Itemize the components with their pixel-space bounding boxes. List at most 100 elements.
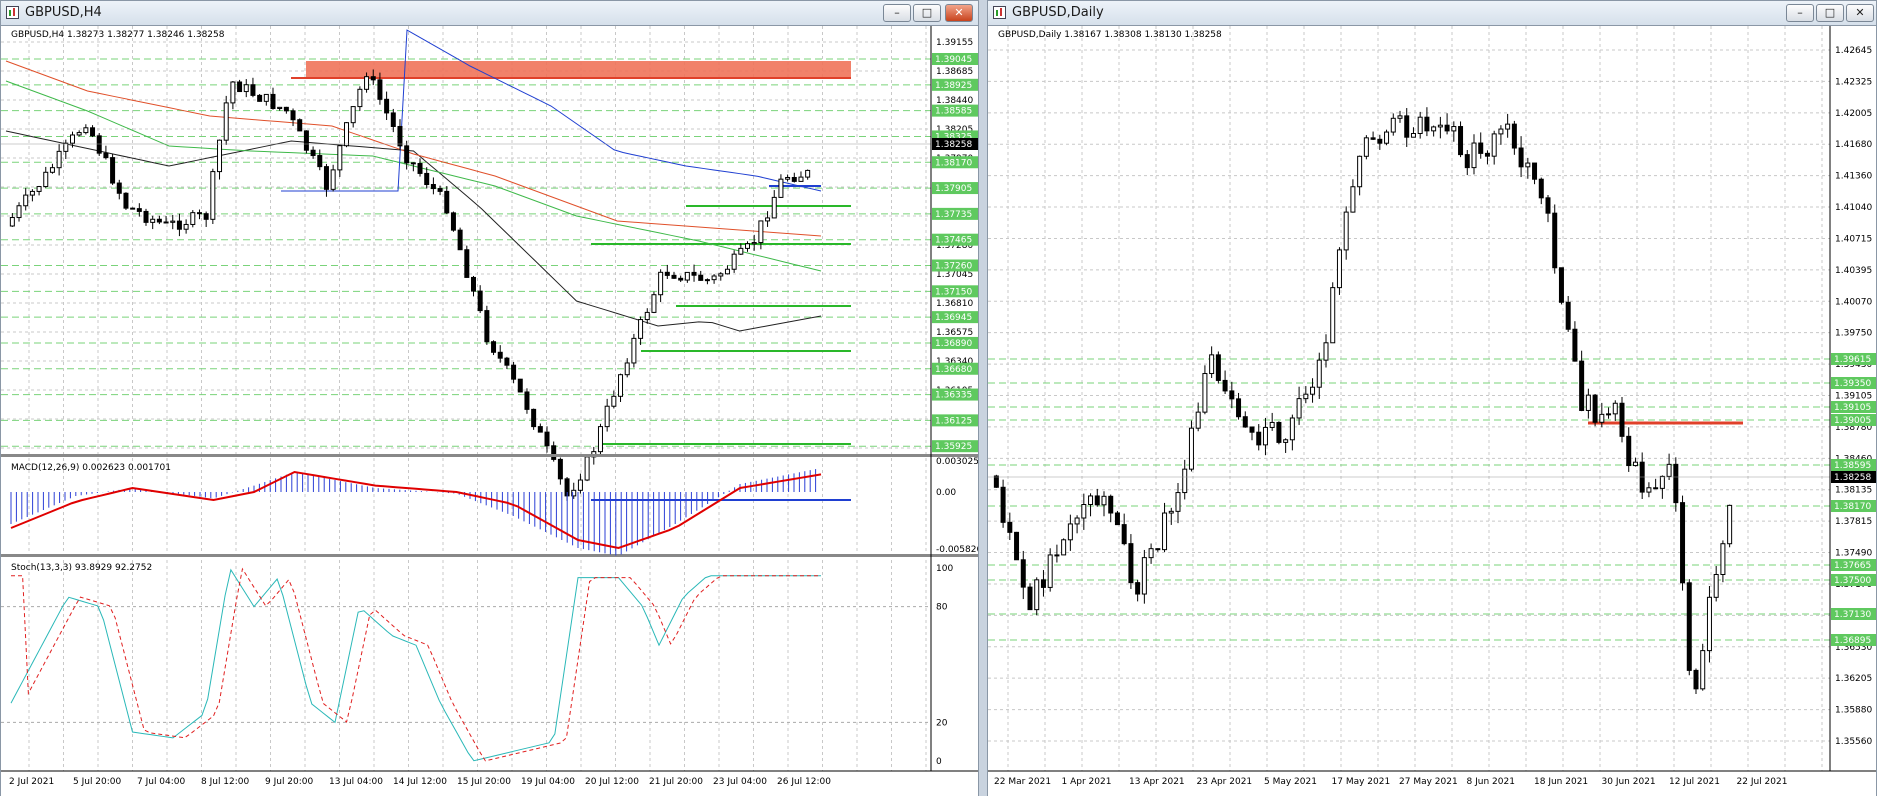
h4-chart-window[interactable]: GBPUSD,H4 – □ ✕ 1.39155 1.38685 1.38440 1.3… [0,0,979,796]
chart-info-text: GBPUSD,H4 1.38273 1.38277 1.38246 1.3825… [11,30,225,40]
time-axis-label: 2 Jul 2021 [9,777,54,787]
h4-window-titlebar[interactable]: GBPUSD,H4 – □ ✕ [1,1,978,26]
h4-chart-canvas[interactable]: 1.391551.386851.384401.382051.379701.377… [1,26,978,796]
level-price-label: 1.36890 [935,339,972,349]
level-price-label: 1.37905 [935,184,972,194]
maximize-button[interactable]: □ [913,4,941,22]
candle-body [357,88,363,108]
candle-body [1296,398,1302,419]
candle-body [1222,379,1228,392]
candle-body [758,220,764,244]
time-axis-label: 26 Jul 12:00 [777,777,831,787]
level-price-label: 1.39045 [935,55,972,65]
macd-axis-label: -0.005826 [936,545,978,555]
candle-body [370,76,376,81]
daily-window-titlebar[interactable]: GBPUSD,Daily – □ ✕ [988,1,1876,26]
current-price-label: 1.38258 [935,140,972,150]
candle-body [136,208,142,212]
candle-body [1363,137,1369,157]
candle-body [1532,162,1538,180]
daily-chart-window[interactable]: GBPUSD,Daily – □ ✕ 1.42645 1.42325 1.42005… [987,0,1877,796]
window-title: GBPUSD,Daily [1012,5,1104,20]
candle-body [1155,548,1161,551]
macd-axis-label: 0.003025 [936,457,978,467]
level-price-label: 1.38170 [935,158,972,168]
maximize-button[interactable]: □ [1816,4,1844,22]
candle-body [344,122,350,147]
level-price-label: 1.37500 [1834,576,1871,586]
candle-body [123,192,129,209]
price-axis-label: 1.42645 [1835,46,1872,56]
candle-body [1262,426,1268,446]
candle-body [110,157,116,184]
candle-body [1114,512,1120,526]
candle-body [1074,517,1080,525]
candle-body [671,274,677,279]
candle-body [1417,116,1423,134]
candle-body [337,145,343,171]
candle-body [698,274,704,281]
candle-body [724,268,730,275]
candle-body [283,106,289,112]
level-price-label: 1.37665 [1834,561,1871,571]
price-axis-label: 1.41360 [1835,172,1872,182]
minimize-button[interactable]: – [1786,4,1814,22]
time-axis-label: 18 Jun 2021 [1534,777,1588,787]
candle-body [1484,152,1490,157]
candle-body [1283,439,1289,443]
candle-body [1310,386,1316,395]
candle-body [410,162,416,165]
time-axis-label: 12 Jul 2021 [1669,777,1720,787]
time-axis-label: 21 Jul 20:00 [649,777,703,787]
candle-body [1599,413,1605,423]
stochastic-axis-label: 20 [936,718,948,728]
candle-body [1168,510,1174,514]
level-price-label: 1.37735 [935,210,972,220]
candle-body [1673,463,1679,504]
candle-body [377,79,383,100]
candle-body [1336,249,1342,289]
minimize-button[interactable]: – [883,4,911,22]
price-axis-label: 1.37490 [1835,549,1872,559]
candle-body [176,220,182,230]
level-price-label: 1.36895 [1834,636,1871,646]
candle-body [103,152,109,159]
time-axis-label: 23 Apr 2021 [1197,777,1253,787]
time-axis-label: 5 May 2021 [1264,777,1317,787]
candle-body [1269,421,1275,428]
daily-chart-canvas[interactable]: 1.42645 1.42325 1.42005 1.41680 1.41360 1.410… [988,26,1876,796]
candle-body [1525,162,1531,168]
candle-body [263,93,269,102]
candle-body [397,125,403,147]
candle-body [1343,211,1349,251]
time-axis-label: 8 Jul 12:00 [201,777,250,787]
time-axis-label: 30 Jun 2021 [1602,777,1656,787]
candle-body [390,112,396,127]
close-button[interactable]: ✕ [1846,4,1874,22]
candle-body [210,171,216,220]
candle-body [1007,521,1013,533]
candle-body [745,243,751,249]
price-axis-label: 1.42325 [1835,77,1872,87]
level-price-label: 1.39615 [1834,355,1871,365]
resistance-zone [306,61,851,79]
price-axis-label: 1.42005 [1835,109,1872,119]
candle-body [1357,155,1363,188]
time-axis-label: 22 Mar 2021 [994,777,1051,787]
close-button[interactable]: ✕ [945,4,973,22]
candle-body [303,130,309,151]
price-axis-label: 1.39105 [1835,392,1872,402]
candle-body [1162,512,1168,551]
candle-body [156,218,162,223]
candle-body [243,84,249,93]
candle-body [1054,554,1060,557]
candle-body [1686,582,1692,671]
candle-body [23,194,29,207]
candle-body [196,212,202,215]
candle-body [43,171,49,188]
candle-body [805,169,811,178]
candle-body [1720,543,1726,575]
level-price-label: 1.37260 [935,262,972,272]
candle-body [771,196,777,219]
candle-body [484,310,490,343]
